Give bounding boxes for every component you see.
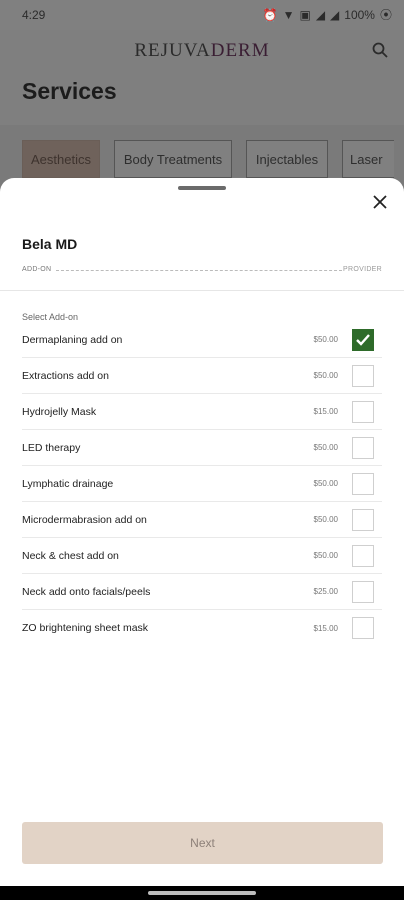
addon-price: $50.00 — [313, 371, 338, 380]
addon-checkbox[interactable] — [352, 328, 374, 351]
brand-text-part1: REJUVA — [134, 40, 211, 61]
divider — [0, 290, 404, 291]
addon-checkbox[interactable] — [352, 508, 374, 531]
signal-icon: ◢ — [315, 8, 326, 22]
list-item[interactable]: Neck add onto facials/peels $25.00 — [22, 574, 382, 610]
next-button[interactable]: Next — [22, 822, 383, 864]
status-bar: 4:29 ⏰ ▼ ▣ ◢ ◢ 100% ⦿ — [0, 0, 404, 30]
addon-name: Dermaplaning add on — [22, 333, 123, 346]
addon-checkbox[interactable] — [352, 617, 374, 639]
addon-price: $15.00 — [313, 407, 338, 416]
page-title: Services — [22, 78, 117, 104]
addon-price: $50.00 — [313, 443, 338, 452]
addon-price: $15.00 — [313, 623, 338, 633]
addon-checkbox[interactable] — [352, 436, 374, 459]
status-time: 4:29 — [22, 8, 46, 22]
addon-price: $50.00 — [313, 551, 338, 560]
close-icon[interactable] — [370, 192, 390, 212]
addon-name: Neck & chest add on — [22, 549, 119, 562]
nfc-icon: ▣ — [299, 8, 311, 22]
list-item[interactable]: Lymphatic drainage $50.00 — [22, 466, 382, 502]
addon-bottom-sheet: Bela MD ADD-ON PROVIDER Select Add-on De… — [0, 178, 404, 900]
addon-name: Lymphatic drainage — [22, 477, 114, 490]
signal-icon-2: ◢ — [330, 8, 340, 22]
status-icons: ⏰ ▼ ▣ ◢ ◢ 100% ⦿ — [263, 8, 392, 22]
list-item[interactable]: ZO brightening sheet mask $15.00 — [22, 610, 382, 646]
tab-body-treatments[interactable]: Body Treatments — [114, 140, 232, 178]
alarm-icon: ⏰ — [262, 8, 278, 22]
addon-checkbox[interactable] — [352, 400, 374, 423]
step-provider: PROVIDER — [343, 266, 382, 273]
home-gesture-handle[interactable] — [148, 891, 256, 895]
list-item[interactable]: LED therapy $50.00 — [22, 430, 382, 466]
checkmark-icon — [356, 333, 370, 346]
section-label: Select Add-on — [22, 312, 79, 322]
step-addon: ADD-ON — [22, 266, 52, 273]
data-saver-icon: ⦿ — [379, 8, 392, 22]
brand-text-part2: DERM — [210, 40, 270, 61]
list-item[interactable]: Dermaplaning add on $50.00 — [22, 322, 382, 358]
list-item[interactable]: Extractions add on $50.00 — [22, 358, 382, 394]
tab-aesthetics[interactable]: Aesthetics — [22, 140, 100, 178]
addon-checkbox[interactable] — [352, 580, 374, 603]
search-icon[interactable] — [372, 42, 388, 63]
addon-name: Hydrojelly Mask — [22, 405, 97, 418]
addon-checkbox[interactable] — [352, 364, 374, 387]
sheet-drag-handle[interactable] — [178, 186, 226, 190]
addon-name: Extractions add on — [22, 369, 109, 382]
booking-stepper: ADD-ON PROVIDER — [22, 266, 382, 278]
addon-checkbox[interactable] — [352, 544, 374, 567]
addon-name: Microdermabrasion add on — [22, 513, 147, 526]
addon-price: $50.00 — [313, 479, 338, 488]
addon-price: $50.00 — [313, 515, 338, 524]
addon-name: LED therapy — [22, 441, 81, 454]
list-item[interactable]: Hydrojelly Mask $15.00 — [22, 394, 382, 430]
addon-price: $50.00 — [313, 335, 338, 344]
addon-checkbox[interactable] — [352, 472, 374, 495]
list-item[interactable]: Microdermabrasion add on $50.00 — [22, 502, 382, 538]
provider-name: Bela MD — [22, 236, 78, 252]
system-nav-bar — [0, 886, 404, 900]
wifi-icon: ▼ — [282, 8, 295, 22]
battery-level: 100% — [344, 8, 375, 22]
brand-logo: REJUVADERM — [0, 40, 404, 62]
tab-injectables[interactable]: Injectables — [246, 140, 328, 178]
addon-name: ZO brightening sheet mask — [22, 622, 149, 634]
addon-price: $25.00 — [313, 587, 338, 596]
stepper-line — [56, 270, 342, 271]
tab-laser[interactable]: Laser — [342, 140, 394, 178]
addon-list: Dermaplaning add on $50.00 Extractions a… — [22, 322, 382, 646]
addon-name: Neck add onto facials/peels — [22, 585, 151, 598]
list-item[interactable]: Neck & chest add on $50.00 — [22, 538, 382, 574]
